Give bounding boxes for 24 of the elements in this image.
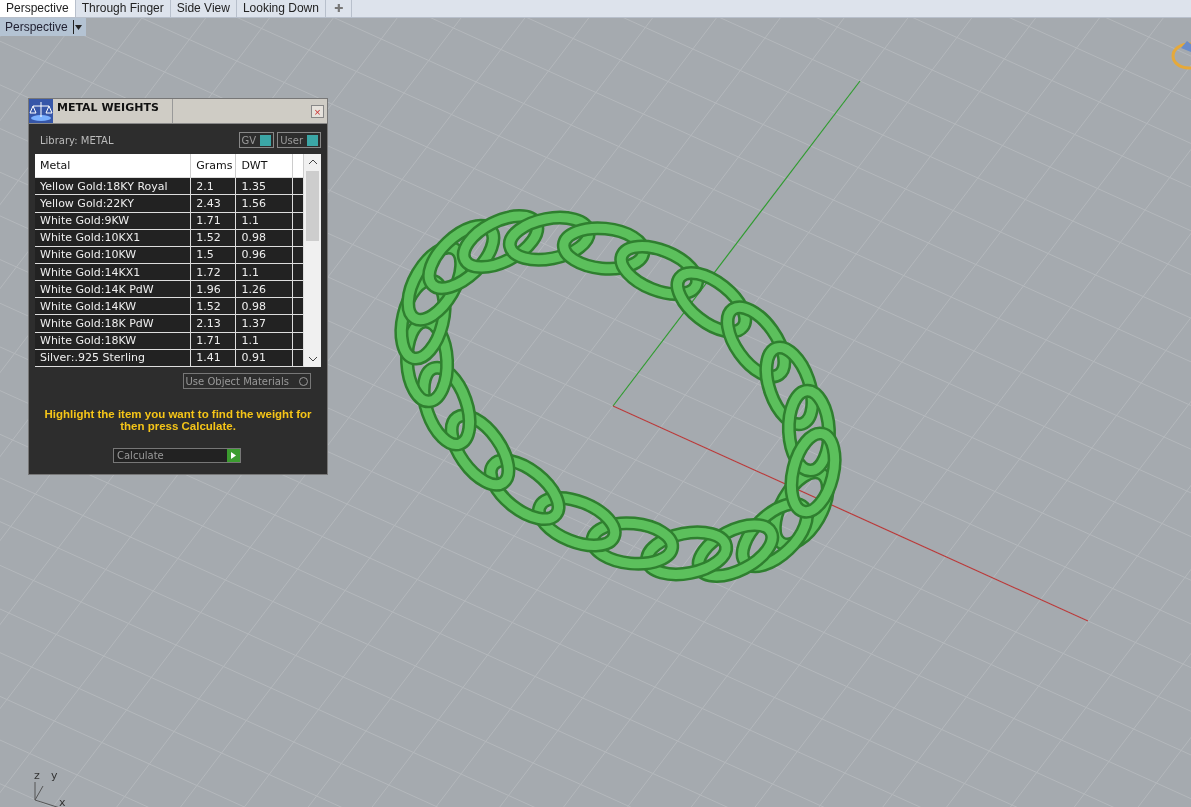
column-header[interactable]: Metal — [35, 154, 191, 178]
calculate-button[interactable]: Calculate — [113, 448, 241, 463]
viewport-label-bar[interactable]: Perspective — [0, 18, 86, 36]
scale-icon — [29, 99, 53, 123]
toggle-switch[interactable]: User — [277, 132, 321, 148]
axis-label: z — [34, 770, 40, 781]
table-cell[interactable]: Yellow Gold:18KY Royal — [35, 177, 191, 195]
table-cell[interactable]: 2.1 — [190, 177, 236, 195]
axis-label: x — [59, 797, 66, 807]
axis-label: y — [51, 770, 58, 781]
dropdown-icon[interactable] — [72, 20, 83, 34]
instruction-text: Highlight the item you want to find the weight for then press Calculate. — [43, 408, 313, 432]
column-header[interactable]: Grams — [190, 154, 236, 178]
use-object-materials-toggle[interactable]: Use Object Materials — [182, 373, 311, 389]
library-label: Library: METAL — [40, 134, 114, 146]
toggle-switch[interactable]: GV — [238, 132, 275, 148]
view-tab[interactable]: Perspective — [0, 0, 76, 17]
scrollbar[interactable] — [304, 154, 321, 367]
column-header[interactable]: DWT — [235, 154, 293, 178]
table-cell[interactable]: 1.35 — [235, 177, 293, 195]
close-button[interactable]: × — [311, 104, 324, 118]
play-icon — [227, 449, 240, 462]
panel-title: METAL WEIGHTS — [53, 99, 173, 123]
viewport-title: Perspective — [4, 20, 69, 34]
